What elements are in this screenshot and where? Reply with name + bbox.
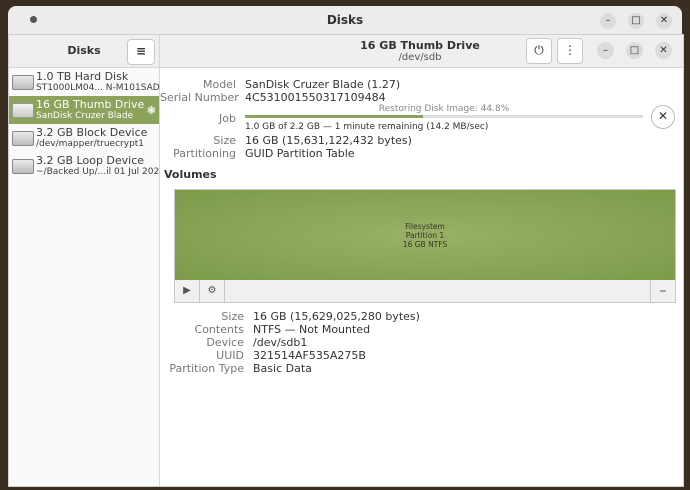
vertical-dots-icon: ⋮ [564, 43, 576, 57]
volumes-title: Volumes [164, 168, 217, 181]
job-title: Restoring Disk Image: 44.8% [378, 104, 510, 114]
model-value: SanDisk Cruzer Blade (1.27) [245, 78, 401, 91]
drive-item-thumb-drive[interactable]: 16 GB Thumb Drive SanDisk Cruzer Blade ❃ [9, 96, 159, 124]
drive-item-loop-device[interactable]: 3.2 GB Loop Device ~/Backed Up/...il 01 … [9, 152, 165, 180]
uuid-label: UUID [216, 349, 244, 362]
drive-name: 16 GB Thumb Drive [36, 98, 145, 111]
partition-size-value: 16 GB (15,629,025,280 bytes) [253, 310, 420, 323]
delete-partition-button[interactable]: – [650, 280, 675, 302]
partition-settings-button[interactable]: ⚙ [200, 280, 225, 302]
block-device-icon [12, 131, 34, 146]
job-row: Job Restoring Disk Image: 44.8% 1.0 GB o… [160, 104, 680, 138]
disks-window: Disks ≡ 1.0 TB Hard Disk ST1000LM04... N… [8, 34, 684, 487]
gears-icon: ⚙ [207, 285, 217, 296]
hamburger-icon: ≡ [135, 44, 147, 58]
partition-line-1: Filesystem [405, 222, 445, 231]
play-icon: ▶ [183, 285, 191, 296]
power-icon: ⏻ [534, 43, 544, 57]
busy-spinner-icon: ❃ [146, 104, 156, 117]
hard-disk-icon [12, 75, 34, 90]
close-button[interactable]: ✕ [656, 13, 672, 29]
size-value: 16 GB (15,631,122,432 bytes) [245, 134, 412, 147]
drive-subtitle: ST1000LM04... N-M101SAD [36, 83, 160, 93]
main-header: 16 GB Thumb Drive /dev/sdb ⏻ ⋮ – □ ✕ [160, 35, 683, 68]
job-progress-fill [245, 115, 424, 118]
serial-value: 4C531001550317109484 [245, 91, 386, 104]
partition-type-value: Basic Data [253, 362, 312, 375]
job-status: 1.0 GB of 2.2 GB — 1 minute remaining (1… [245, 122, 489, 132]
partition-size-label: Size [221, 310, 244, 323]
drive-item-hard-disk[interactable]: 1.0 TB Hard Disk ST1000LM04... N-M101SAD [9, 68, 160, 96]
device-label: Device [206, 336, 244, 349]
drive-name: 3.2 GB Block Device [36, 126, 148, 139]
partition-line-2: Partition 1 [405, 231, 445, 240]
usb-drive-icon [12, 103, 34, 118]
hamburger-menu-button[interactable]: ≡ [127, 39, 155, 65]
minimize-button[interactable]: – [597, 42, 614, 59]
partitioning-value: GUID Partition Table [245, 147, 355, 160]
partition-type-label: Partition Type [169, 362, 244, 375]
drive-title: 16 GB Thumb Drive [360, 39, 480, 52]
contents-value: NTFS — Not Mounted [253, 323, 371, 336]
drive-item-block-device[interactable]: 3.2 GB Block Device /dev/mapper/truecryp… [9, 124, 159, 152]
outer-window-title: Disks [326, 13, 364, 27]
loop-device-icon [12, 159, 34, 174]
close-button[interactable]: ✕ [655, 42, 672, 59]
main-panel: 16 GB Thumb Drive /dev/sdb ⏻ ⋮ – □ ✕ Mod… [160, 35, 683, 486]
cancel-job-button[interactable]: ✕ [651, 105, 675, 129]
partition-1-block[interactable]: Filesystem Partition 1 16 GB NTFS [174, 189, 676, 282]
outer-titlebar: Disks – □ ✕ [8, 6, 682, 34]
maximize-button[interactable]: □ [626, 42, 643, 59]
drive-device-path: /dev/sdb [398, 52, 442, 63]
drive-subtitle: /dev/mapper/truecrypt1 [36, 139, 145, 149]
drive-subtitle: ~/Backed Up/...il 01 Jul 2022 [36, 167, 165, 177]
partition-label: Filesystem Partition 1 16 GB NTFS [175, 222, 675, 249]
drive-name: 3.2 GB Loop Device [36, 154, 145, 167]
drive-options-button[interactable]: ⋮ [557, 38, 583, 64]
sidebar: Disks ≡ 1.0 TB Hard Disk ST1000LM04... N… [9, 35, 165, 486]
close-icon: ✕ [657, 109, 669, 123]
size-label: Size [213, 134, 236, 147]
mount-button[interactable]: ▶ [175, 280, 200, 302]
drive-name: 1.0 TB Hard Disk [36, 70, 129, 83]
serial-label: Serial Number [160, 91, 239, 104]
uuid-value: 321514AF535A275B [253, 349, 366, 362]
device-value: /dev/sdb1 [253, 336, 308, 349]
model-label: Model [202, 78, 236, 91]
drive-subtitle: SanDisk Cruzer Blade [36, 111, 134, 121]
partition-line-3: 16 GB NTFS [402, 240, 448, 249]
partitioning-label: Partitioning [173, 147, 236, 160]
power-off-button[interactable]: ⏻ [526, 38, 552, 64]
job-label: Job [219, 112, 236, 125]
volume-toolbar: ▶ ⚙ – [174, 280, 676, 303]
minus-icon: – [659, 283, 667, 299]
job-progress-bar [245, 115, 643, 118]
sidebar-header: Disks ≡ [9, 35, 159, 68]
maximize-button[interactable]: □ [628, 13, 644, 29]
contents-label: Contents [194, 323, 244, 336]
minimize-button[interactable]: – [600, 13, 616, 29]
